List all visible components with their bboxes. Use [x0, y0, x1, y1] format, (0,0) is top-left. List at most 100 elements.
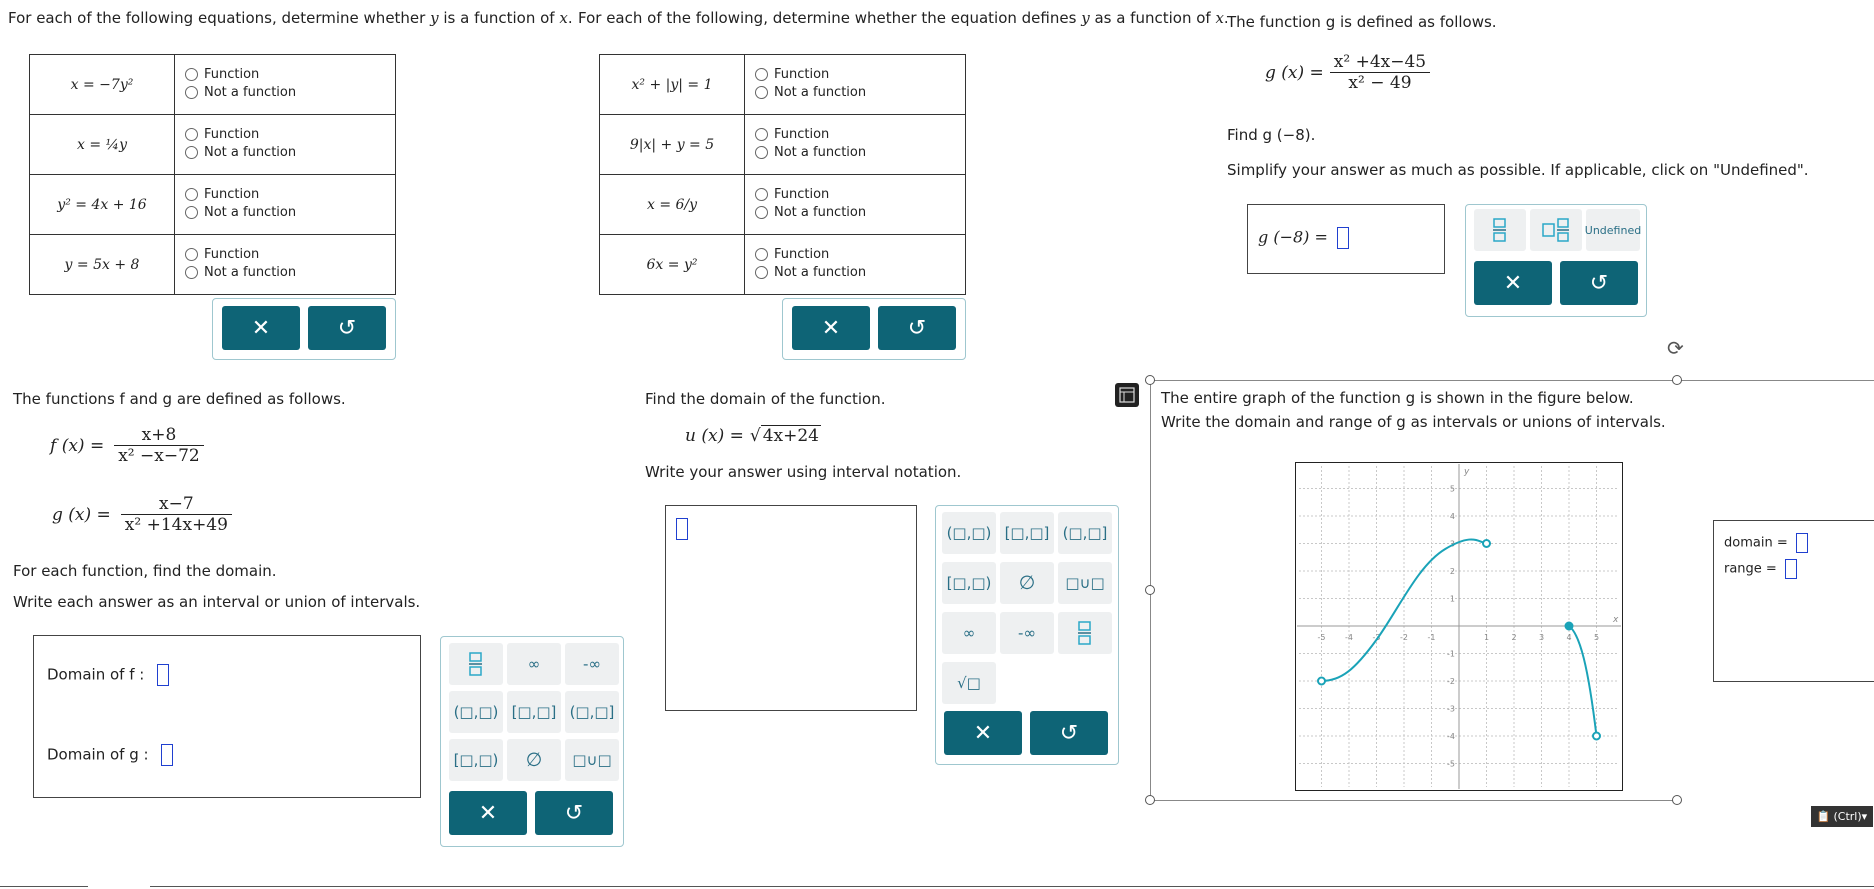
interval-open-closed-key[interactable]: (□,□] — [1058, 512, 1112, 554]
open-endpoint — [1592, 731, 1601, 741]
p6-line2: Write the domain and range of g as inter… — [1161, 413, 1666, 431]
selection-frame-bottom — [1150, 800, 1677, 801]
radio-not-function[interactable]: Not a function — [755, 265, 866, 280]
radio-not-function[interactable]: Not a function — [755, 85, 866, 100]
p3-answer-box: g (−8) = — [1247, 204, 1445, 274]
table-row: x = −7y² Function Not a function — [29, 54, 396, 115]
open-endpoint — [1317, 676, 1326, 686]
clear-button[interactable]: ✕ — [1474, 261, 1552, 305]
rotate-handle-icon[interactable]: ⟳ — [1667, 336, 1684, 360]
clear-button[interactable]: ✕ — [222, 306, 300, 350]
clear-button[interactable]: ✕ — [449, 791, 527, 835]
table-row: x = 6/y Function Not a function — [599, 174, 966, 235]
resize-handle[interactable] — [1672, 795, 1682, 805]
y-tick-label: -5 — [1447, 760, 1455, 769]
u-lhs: u (x) = — [685, 425, 744, 446]
fraction-key[interactable] — [1474, 209, 1526, 251]
p1-instruction: For each of the following equations, det… — [8, 9, 573, 27]
radio-function[interactable]: Function — [185, 187, 259, 202]
resize-handle[interactable] — [1145, 585, 1155, 595]
interval-open-open-key[interactable]: (□,□) — [942, 512, 996, 554]
interval-open-closed-key[interactable]: (□,□] — [565, 691, 619, 733]
interval-closed-closed-key[interactable]: [□,□] — [507, 691, 561, 733]
range-input[interactable] — [1784, 559, 1797, 579]
domain-g-label: Domain of g : — [47, 745, 149, 764]
domain-f-input[interactable] — [157, 664, 170, 686]
p3-g-definition: g (x) = x² +4x−45 x² − 49 — [1265, 52, 1431, 93]
interval-closed-open-key[interactable]: [□,□) — [449, 739, 503, 781]
radio-not-function[interactable]: Not a function — [185, 145, 296, 160]
radio-function[interactable]: Function — [755, 67, 829, 82]
radio-function[interactable]: Function — [185, 247, 259, 262]
table-row: y² = 4x + 16 Function Not a function — [29, 174, 396, 235]
p3-find: Find g (−8). — [1227, 126, 1316, 144]
p6-answer-box: domain = range = — [1713, 520, 1874, 682]
resize-handle[interactable] — [1145, 375, 1155, 385]
y-tick-label: -2 — [1447, 677, 1455, 686]
undefined-key[interactable]: Undefined — [1585, 209, 1641, 251]
radio-function[interactable]: Function — [755, 247, 829, 262]
radio-not-function[interactable]: Not a function — [185, 85, 296, 100]
paste-options-button[interactable]: 📋 (Ctrl) ▾ — [1811, 806, 1873, 827]
interval-open-open-key[interactable]: (□,□) — [449, 691, 503, 733]
undo-button[interactable]: ↺ — [878, 306, 956, 350]
p1-button-panel: ✕ ↺ — [212, 298, 396, 360]
neg-infinity-key[interactable]: -∞ — [565, 643, 619, 685]
resize-handle[interactable] — [1672, 375, 1682, 385]
open-endpoint — [1482, 539, 1491, 548]
g-definition: g (x) = x−7 x² +14x+49 — [52, 494, 232, 535]
fraction-icon — [469, 652, 482, 676]
clear-button[interactable]: ✕ — [792, 306, 870, 350]
function-graph: -5 -4 -3 -2 -1 1 2 3 4 554321-1-2-3-4-5xy — [1295, 462, 1623, 791]
empty-set-key[interactable]: ∅ — [1000, 562, 1054, 604]
chevron-down-icon: ▾ — [1861, 810, 1868, 823]
radio-function[interactable]: Function — [755, 187, 829, 202]
f-numerator: x+8 — [114, 425, 204, 446]
infinity-key[interactable]: ∞ — [942, 612, 996, 654]
x-axis-label: x — [1612, 615, 1619, 625]
undo-button[interactable]: ↺ — [1030, 711, 1108, 755]
image-toggle-icon[interactable] — [1115, 383, 1139, 407]
union-key[interactable]: □∪□ — [1058, 562, 1112, 604]
clear-button[interactable]: ✕ — [944, 711, 1022, 755]
infinity-key[interactable]: ∞ — [507, 643, 561, 685]
mixed-number-key[interactable] — [1530, 209, 1582, 251]
radio-function[interactable]: Function — [185, 127, 259, 142]
radio-not-function[interactable]: Not a function — [755, 145, 866, 160]
p2-function-table: x² + |y| = 1 Function Not a function 9|x|… — [599, 54, 966, 295]
radio-not-function[interactable]: Not a function — [755, 205, 866, 220]
union-key[interactable]: □∪□ — [565, 739, 619, 781]
undo-button[interactable]: ↺ — [535, 791, 613, 835]
interval-closed-closed-key[interactable]: [□,□] — [1000, 512, 1054, 554]
interval-closed-open-key[interactable]: [□,□) — [942, 562, 996, 604]
equation-cell: y² = 4x + 16 — [29, 174, 175, 235]
radio-function[interactable]: Function — [755, 127, 829, 142]
radio-not-function[interactable]: Not a function — [185, 265, 296, 280]
u-radicand: 4x+24 — [760, 425, 821, 446]
u-definition: u (x) = √ 4x+24 — [685, 425, 821, 446]
bottom-divider — [150, 886, 1874, 887]
p3-keypad: Undefined ✕ ↺ — [1465, 204, 1647, 317]
equation-cell: x = 6/y — [599, 174, 745, 235]
radio-function[interactable]: Function — [185, 67, 259, 82]
g-lhs: g (x) = — [52, 504, 111, 525]
x-tick-label: -2 — [1400, 633, 1408, 642]
undo-button[interactable]: ↺ — [1560, 261, 1638, 305]
p3-simplify: Simplify your answer as much as possible… — [1227, 161, 1809, 179]
radio-not-function[interactable]: Not a function — [185, 205, 296, 220]
fraction-key[interactable] — [1058, 612, 1112, 654]
domain-input[interactable] — [1795, 533, 1808, 553]
y-tick-label: 4 — [1450, 512, 1455, 521]
y-tick-label: -4 — [1447, 732, 1455, 741]
y-tick-label: 2 — [1450, 567, 1455, 576]
neg-infinity-key[interactable]: -∞ — [1000, 612, 1054, 654]
resize-handle[interactable] — [1145, 795, 1155, 805]
u-domain-input[interactable] — [676, 518, 688, 540]
fraction-key[interactable] — [449, 643, 503, 685]
empty-set-key[interactable]: ∅ — [507, 739, 561, 781]
domain-g-input[interactable] — [161, 744, 174, 766]
undo-button[interactable]: ↺ — [308, 306, 386, 350]
equation-cell: 6x = y² — [599, 234, 745, 295]
sqrt-key[interactable]: √□ — [942, 662, 996, 704]
answer-input[interactable] — [1336, 227, 1349, 249]
